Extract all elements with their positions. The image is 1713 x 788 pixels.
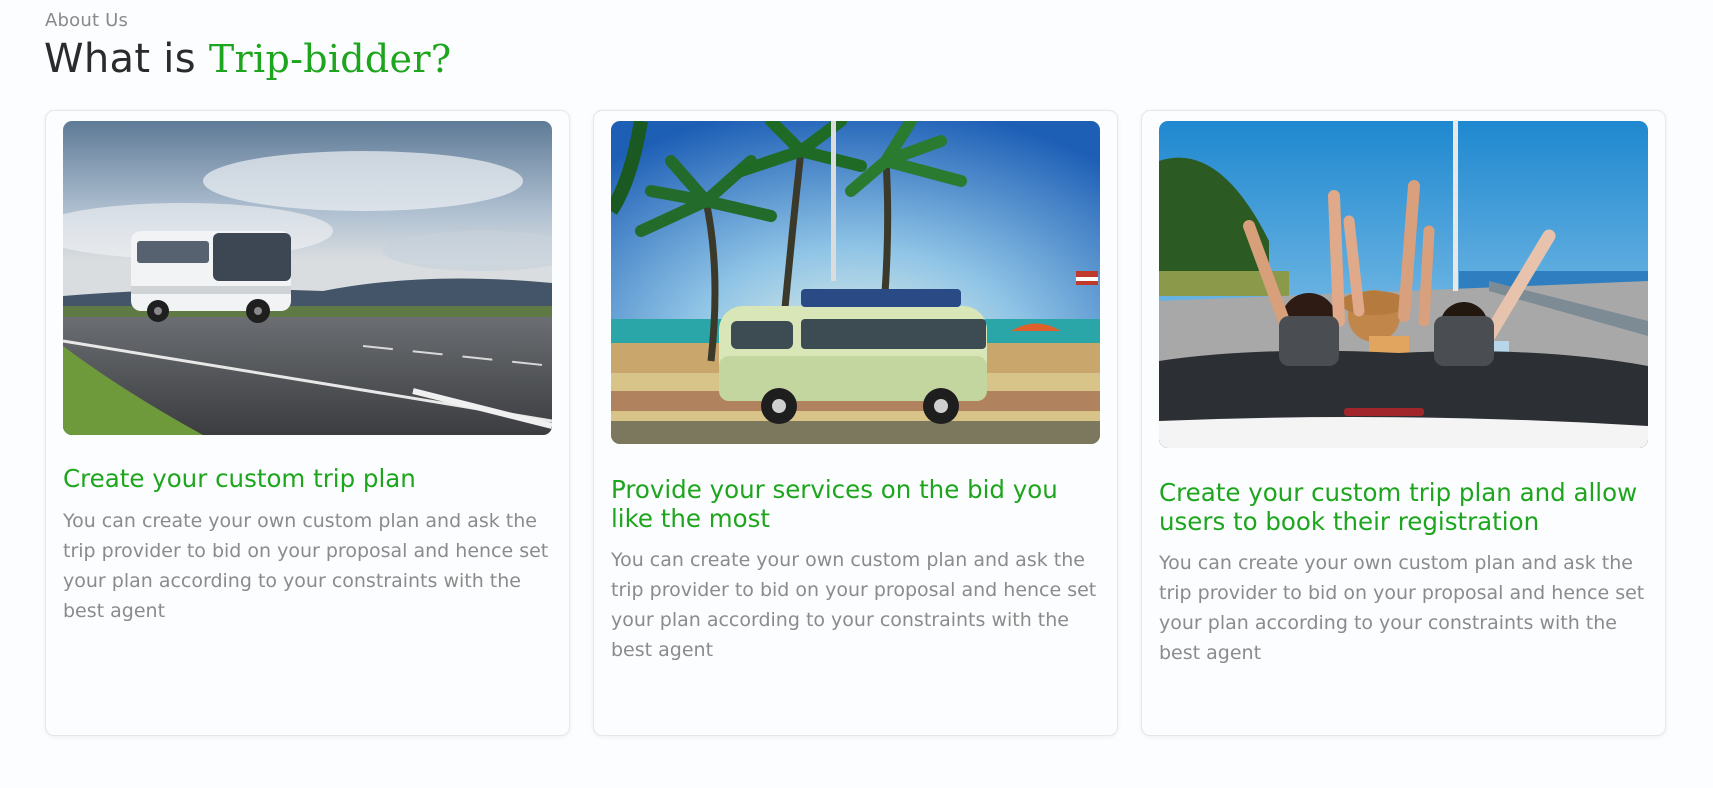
card-title: Create your custom trip plan (63, 464, 416, 493)
card-title: Provide your services on the bid you lik… (611, 475, 1058, 533)
camper-van-beach-image (611, 121, 1100, 444)
feature-card-allow-bookings[interactable]: Create your custom trip plan and allow u… (1141, 110, 1666, 736)
card-description: You can create your own custom plan and … (63, 510, 549, 622)
friends-convertible-image (1159, 121, 1648, 448)
heading-prefix: What is (44, 36, 209, 82)
bus-on-highway-image (63, 121, 552, 435)
section-eyebrow: About Us (45, 10, 129, 31)
heading-highlight: Trip-bidder? (208, 37, 452, 81)
card-title: Create your custom trip plan and allow u… (1159, 478, 1638, 536)
section-heading: What is Trip-bidder? (44, 36, 451, 82)
feature-card-custom-trip[interactable]: Create your custom trip plan You can cre… (45, 110, 570, 736)
feature-card-provide-services[interactable]: Provide your services on the bid you lik… (593, 110, 1118, 736)
about-section: About Us What is Trip-bidder? Create you… (0, 0, 1713, 788)
card-description: You can create your own custom plan and … (611, 549, 1097, 661)
card-description: You can create your own custom plan and … (1159, 552, 1645, 664)
